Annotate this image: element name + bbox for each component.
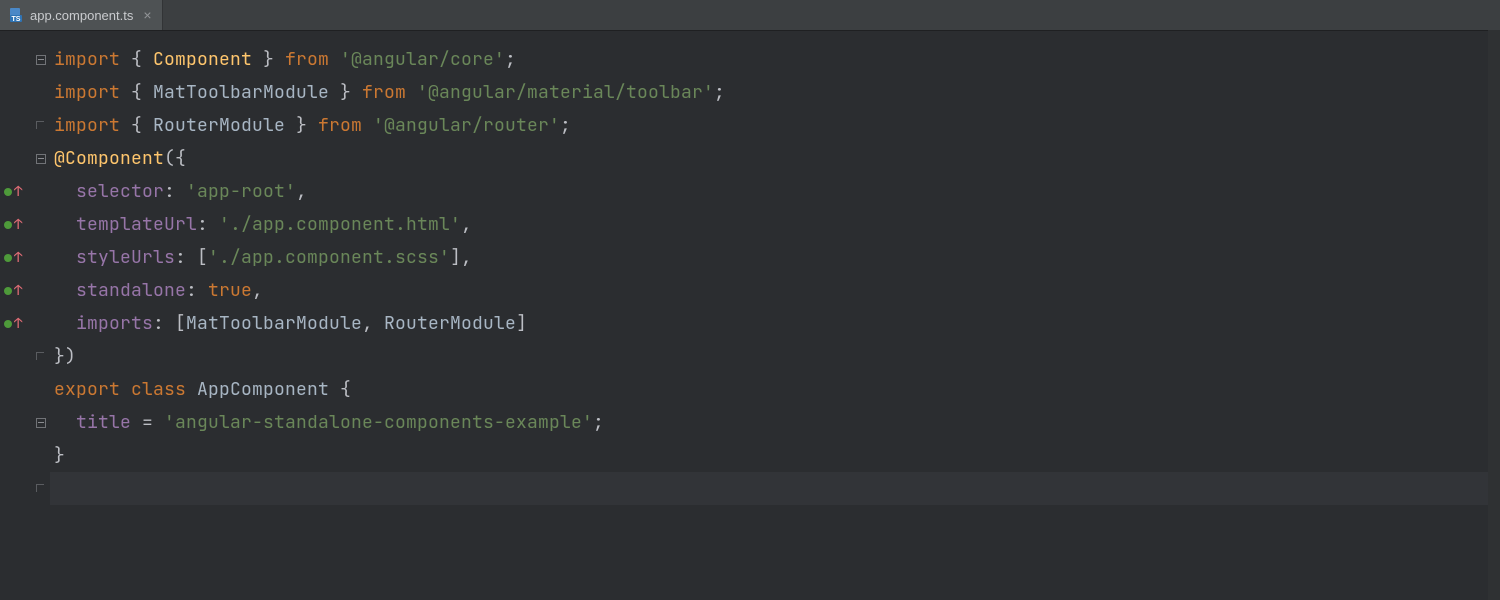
gutter-fold-open[interactable] <box>0 142 50 175</box>
gutter-vcs-mark[interactable]: ↑ <box>0 241 50 274</box>
code-line[interactable]: import { MatToolbarModule } from '@angul… <box>50 76 1500 109</box>
gutter-fold-close[interactable] <box>0 472 50 505</box>
code-line[interactable]: templateUrl: './app.component.html', <box>50 208 1500 241</box>
fold-end-icon[interactable] <box>36 121 46 131</box>
tab-filename: app.component.ts <box>30 8 133 23</box>
vcs-added-icon <box>4 287 12 295</box>
gutter-fold-open[interactable] <box>0 406 50 439</box>
ts-file-icon: TS <box>8 7 24 23</box>
tab-active[interactable]: TS app.component.ts × <box>0 0 163 30</box>
gutter-vcs-mark[interactable]: ↑ <box>0 175 50 208</box>
vcs-modified-icon: ↑ <box>14 216 22 234</box>
svg-text:TS: TS <box>12 16 21 23</box>
code-line[interactable]: } <box>50 439 1500 472</box>
code-line[interactable]: import { RouterModule } from '@angular/r… <box>50 109 1500 142</box>
vcs-modified-icon: ↑ <box>14 249 22 267</box>
gutter-fold-close[interactable] <box>0 340 50 373</box>
vcs-added-icon <box>4 221 12 229</box>
tab-bar: TS app.component.ts × <box>0 0 1500 31</box>
editor[interactable]: ↑ ↑ ↑ ↑ ↑ import { Component } from '@angula… <box>0 31 1500 600</box>
fold-end-icon[interactable] <box>36 352 46 362</box>
code-line[interactable] <box>50 472 1500 505</box>
vcs-modified-icon: ↑ <box>14 183 22 201</box>
gutter-fold-close[interactable] <box>0 109 50 142</box>
vcs-added-icon <box>4 320 12 328</box>
fold-end-icon[interactable] <box>36 484 46 494</box>
code-line[interactable]: import { Component } from '@angular/core… <box>50 43 1500 76</box>
code-line[interactable]: imports: [MatToolbarModule, RouterModule… <box>50 307 1500 340</box>
vcs-added-icon <box>4 254 12 262</box>
code-line[interactable]: styleUrls: ['./app.component.scss'], <box>50 241 1500 274</box>
gutter-vcs-mark[interactable]: ↑ <box>0 274 50 307</box>
gutter-vcs-mark[interactable]: ↑ <box>0 208 50 241</box>
code-line[interactable]: export class AppComponent { <box>50 373 1500 406</box>
close-icon[interactable]: × <box>143 8 151 22</box>
vcs-modified-icon: ↑ <box>14 315 22 333</box>
vcs-modified-icon: ↑ <box>14 282 22 300</box>
gutter-vcs-mark[interactable]: ↑ <box>0 307 50 340</box>
code-line[interactable]: selector: 'app-root', <box>50 175 1500 208</box>
code-area[interactable]: import { Component } from '@angular/core… <box>50 31 1500 600</box>
code-line[interactable]: @Component({ <box>50 142 1500 175</box>
fold-collapse-icon[interactable] <box>36 55 46 65</box>
fold-collapse-icon[interactable] <box>36 418 46 428</box>
code-line[interactable]: standalone: true, <box>50 274 1500 307</box>
vcs-added-icon <box>4 188 12 196</box>
code-line[interactable]: }) <box>50 340 1500 373</box>
scrollbar-vertical[interactable] <box>1488 30 1500 600</box>
gutter[interactable]: ↑ ↑ ↑ ↑ ↑ <box>0 31 50 600</box>
tab-bar-empty <box>163 0 1500 30</box>
fold-collapse-icon[interactable] <box>36 154 46 164</box>
gutter-fold-open[interactable] <box>0 43 50 76</box>
code-line[interactable]: title = 'angular-standalone-components-e… <box>50 406 1500 439</box>
